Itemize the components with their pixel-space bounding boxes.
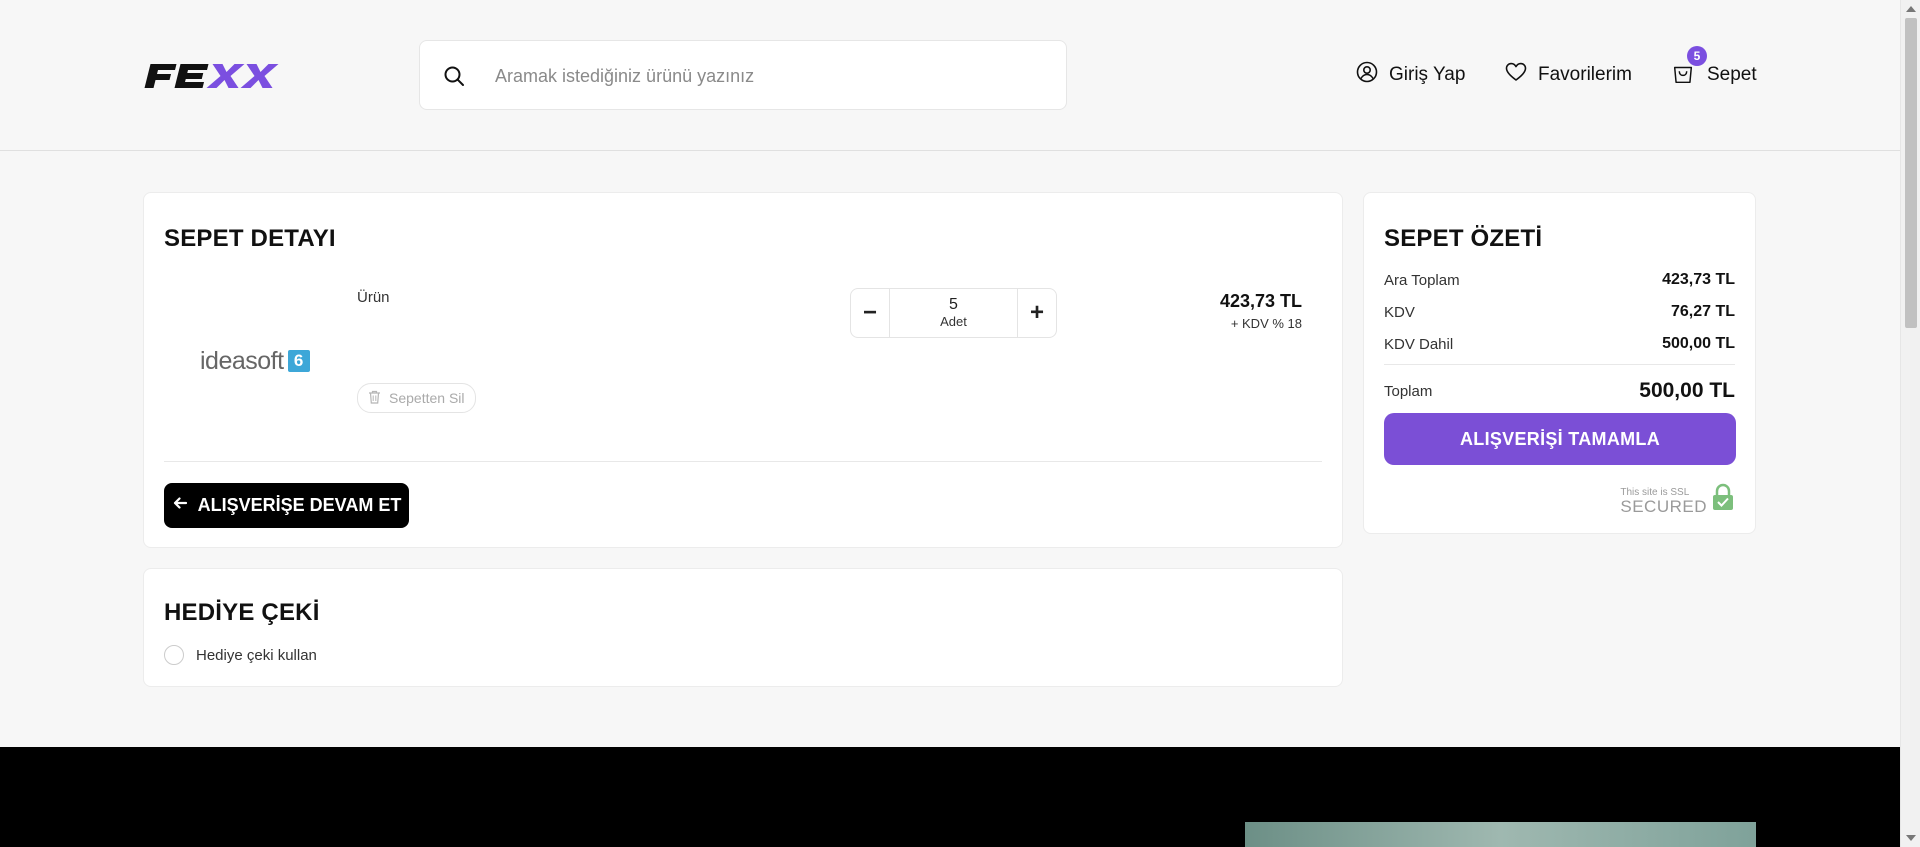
trash-icon: [368, 390, 381, 407]
logo-text: FEXX: [285, 62, 286, 63]
user-circle-icon: [1355, 60, 1379, 90]
remove-from-cart-button[interactable]: Sepetten Sil: [357, 383, 476, 413]
product-name[interactable]: Ürün: [357, 289, 390, 306]
quantity-stepper: − 5 Adet +: [850, 288, 1057, 338]
site-header: FEXX Giriş Yap Favorilerim 5 Sepet: [0, 0, 1900, 151]
search-input[interactable]: [495, 59, 1035, 93]
product-price: 423,73 TL: [1219, 291, 1302, 311]
continue-shopping-label: ALIŞVERİŞE DEVAM ET: [197, 495, 402, 515]
search-icon[interactable]: [442, 64, 466, 88]
ssl-big-text: SECURED: [1620, 497, 1707, 516]
summary-row-label: KDV: [1384, 303, 1415, 321]
summary-row-value: 500,00 TL: [1662, 335, 1735, 352]
summary-row-label: Ara Toplam: [1384, 271, 1460, 289]
summary-row-value: 423,73 TL: [1662, 271, 1735, 288]
product-image-badge: 6: [287, 350, 310, 372]
quantity-value: 5: [949, 296, 958, 313]
summary-row-label: KDV Dahil: [1384, 335, 1454, 353]
cart-title: SEPET DETAYI: [164, 225, 336, 252]
page-scrollbar[interactable]: [1900, 0, 1920, 847]
scrollbar-thumb[interactable]: [1905, 18, 1917, 328]
product-price-block: 423,73 TL + KDV % 18: [1220, 291, 1302, 331]
gift-voucher-radio[interactable]: [164, 645, 184, 665]
cart-count-badge: 5: [1687, 46, 1707, 66]
summary-total-value: 500,00 TL: [1639, 379, 1735, 402]
gift-voucher-option[interactable]: Hediye çeki kullan: [164, 645, 317, 665]
search-bar: [419, 40, 1067, 110]
gift-voucher-label: Hediye çeki kullan: [196, 646, 317, 664]
lock-icon: [1711, 483, 1735, 516]
summary-row-vat: KDV 76,27 TL: [1384, 303, 1735, 321]
gift-title: HEDİYE ÇEKİ: [164, 599, 320, 626]
remove-label: Sepetten Sil: [389, 390, 465, 406]
cart-label: Sepet: [1707, 64, 1757, 85]
summary-total-row: Toplam 500,00 TL: [1384, 379, 1735, 403]
summary-row-subtotal: Ara Toplam 423,73 TL: [1384, 271, 1735, 289]
continue-shopping-button[interactable]: ALIŞVERİŞE DEVAM ET: [164, 483, 409, 528]
decrease-quantity-button[interactable]: −: [851, 289, 889, 337]
shopping-bag-icon: [1673, 66, 1693, 84]
summary-divider: [1384, 364, 1735, 365]
favorites-link[interactable]: Favorilerim: [1504, 58, 1632, 92]
cart-icon-wrap: 5: [1671, 46, 1707, 88]
product-image-brand: ideasoft: [200, 346, 284, 375]
product-image[interactable]: ideasoft 6: [200, 347, 324, 375]
complete-checkout-button[interactable]: ALIŞVERİŞİ TAMAMLA: [1384, 413, 1736, 465]
favorites-label: Favorilerim: [1538, 64, 1632, 85]
fexx-logo-icon: [144, 64, 279, 88]
summary-title: SEPET ÖZETİ: [1384, 225, 1543, 252]
login-label: Giriş Yap: [1389, 64, 1466, 85]
site-footer: [0, 747, 1900, 847]
increase-quantity-button[interactable]: +: [1018, 289, 1056, 337]
footer-image: [1245, 822, 1756, 847]
scroll-down-icon[interactable]: [1906, 835, 1916, 841]
cart-link[interactable]: 5 Sepet: [1671, 46, 1757, 92]
cart-detail-card: SEPET DETAYI ideasoft 6 Ürün Sepetten Si…: [143, 192, 1343, 548]
ssl-secured-badge: This site is SSL SECURED: [1620, 483, 1735, 516]
summary-total-label: Toplam: [1384, 382, 1433, 400]
scroll-up-icon[interactable]: [1906, 6, 1916, 12]
summary-row-value: 76,27 TL: [1670, 303, 1735, 320]
product-vat-note: + KDV % 18: [1230, 316, 1302, 331]
heart-icon: [1504, 60, 1528, 90]
divider: [164, 461, 1322, 462]
ssl-text: This site is SSL SECURED: [1620, 487, 1707, 516]
quantity-value-box[interactable]: 5 Adet: [889, 289, 1018, 337]
cart-summary-card: SEPET ÖZETİ Ara Toplam 423,73 TL KDV 76,…: [1363, 192, 1756, 534]
login-link[interactable]: Giriş Yap: [1355, 58, 1465, 92]
summary-row-vat-included: KDV Dahil 500,00 TL: [1384, 335, 1735, 353]
site-logo[interactable]: FEXX: [143, 62, 285, 90]
gift-voucher-card: HEDİYE ÇEKİ Hediye çeki kullan: [143, 568, 1343, 687]
arrow-left-icon: [172, 495, 188, 516]
quantity-unit: Adet: [940, 314, 967, 329]
